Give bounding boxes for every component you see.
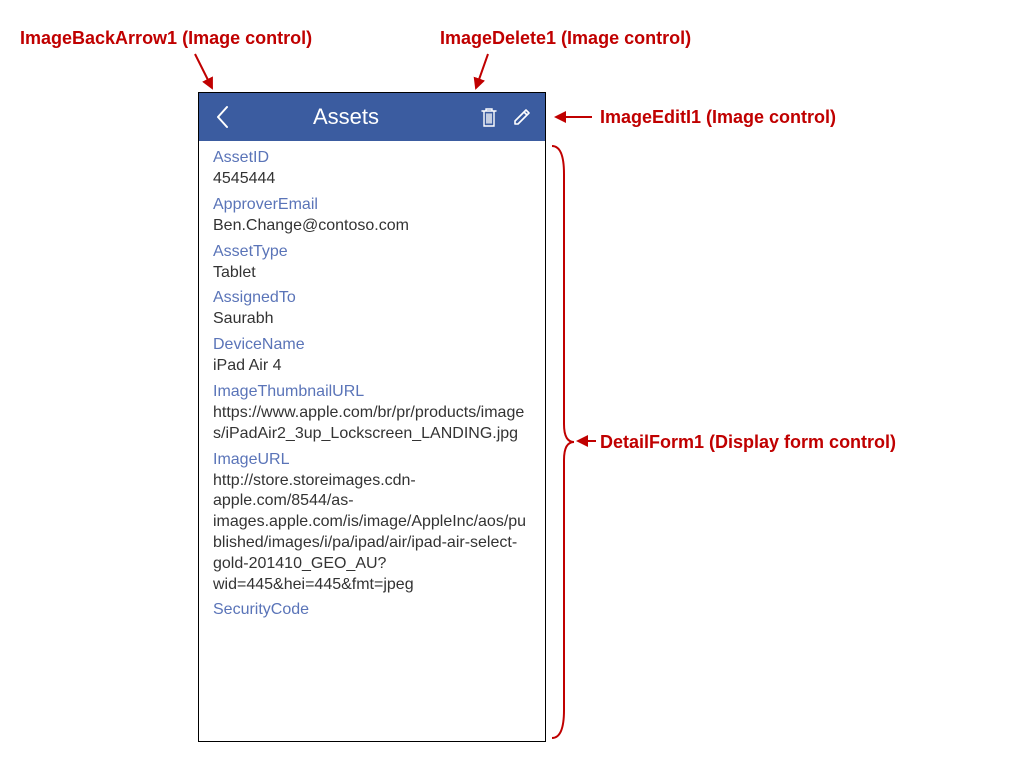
field-value: Ben.Change@contoso.com	[213, 216, 531, 237]
field-label: SecurityCode	[213, 601, 531, 619]
field-value: Tablet	[213, 263, 531, 284]
field-imageurl: ImageURL http://store.storeimages.cdn-ap…	[213, 451, 531, 596]
screen-title: Assets	[221, 104, 471, 130]
field-assignedto: AssignedTo Saurabh	[213, 289, 531, 330]
arrow-back	[190, 52, 220, 94]
field-label: AssignedTo	[213, 289, 531, 307]
field-label: AssetType	[213, 243, 531, 261]
field-value: https://www.apple.com/br/pr/products/ima…	[213, 403, 531, 445]
arrow-edit	[552, 108, 596, 126]
field-imagethumbnailurl: ImageThumbnailURL https://www.apple.com/…	[213, 383, 531, 445]
arrow-detail-form	[574, 432, 598, 450]
callout-detail-form: DetailForm1 (Display form control)	[600, 432, 896, 453]
field-devicename: DeviceName iPad Air 4	[213, 336, 531, 377]
field-label: ApproverEmail	[213, 196, 531, 214]
field-label: ImageURL	[213, 451, 531, 469]
field-assettype: AssetType Tablet	[213, 243, 531, 284]
detail-form: AssetID 4545444 ApproverEmail Ben.Change…	[199, 141, 545, 741]
field-value: Saurabh	[213, 309, 531, 330]
field-securitycode: SecurityCode	[213, 601, 531, 619]
field-value: iPad Air 4	[213, 356, 531, 377]
callout-delete: ImageDelete1 (Image control)	[440, 28, 691, 49]
field-label: ImageThumbnailURL	[213, 383, 531, 401]
edit-icon[interactable]	[507, 107, 537, 127]
screen-header: Assets	[199, 93, 545, 141]
field-approveremail: ApproverEmail Ben.Change@contoso.com	[213, 196, 531, 237]
field-label: AssetID	[213, 149, 531, 167]
callout-back-arrow: ImageBackArrow1 (Image control)	[20, 28, 312, 49]
field-value: http://store.storeimages.cdn-apple.com/8…	[213, 471, 531, 596]
field-value: 4545444	[213, 169, 531, 190]
phone-frame: Assets AssetID 4545444 ApproverEmail Ben…	[198, 92, 546, 742]
arrow-delete	[468, 52, 498, 94]
delete-icon[interactable]	[471, 106, 507, 128]
callout-edit: ImageEditI1 (Image control)	[600, 107, 836, 128]
field-label: DeviceName	[213, 336, 531, 354]
field-assetid: AssetID 4545444	[213, 149, 531, 190]
brace-detail-form	[550, 144, 576, 740]
